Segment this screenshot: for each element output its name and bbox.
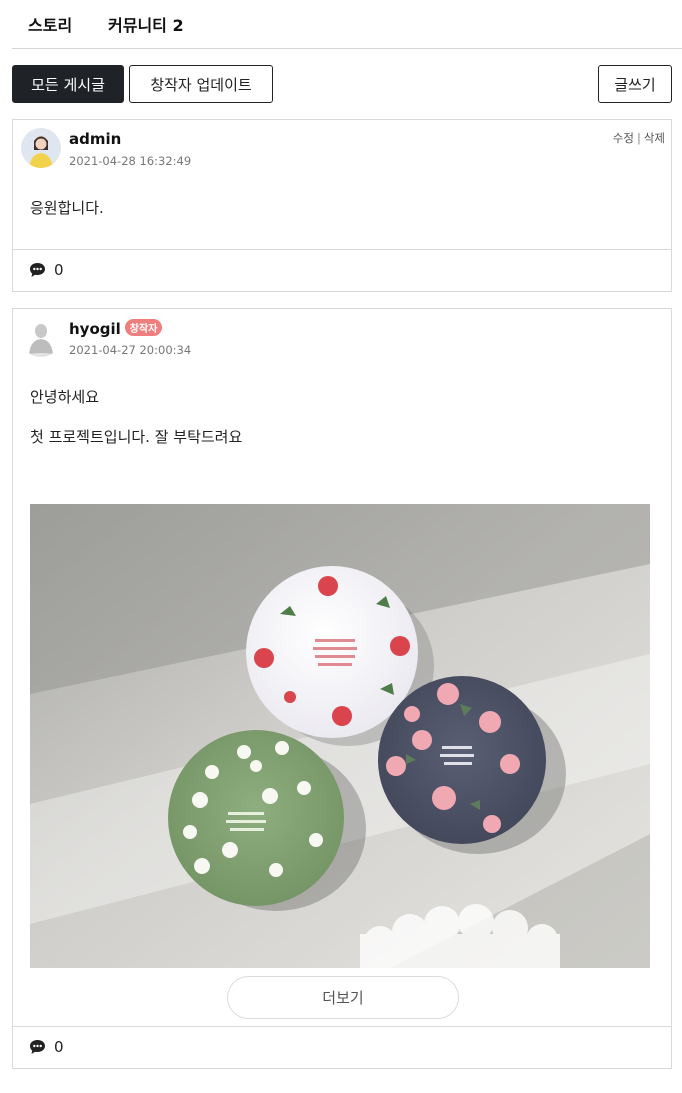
avatar[interactable]: [21, 317, 61, 357]
tab-story[interactable]: 스토리: [28, 12, 72, 36]
post-text: 안녕하세요: [30, 388, 100, 406]
all-posts-button[interactable]: 모든 게시글: [12, 65, 124, 103]
tab-community[interactable]: 커뮤니티 2: [108, 12, 184, 36]
comment-count: 0: [54, 1038, 64, 1056]
edit-link[interactable]: 수정: [613, 131, 634, 145]
delete-link[interactable]: 삭제: [644, 131, 665, 145]
comment-button[interactable]: 0: [29, 261, 64, 279]
author-name[interactable]: admin: [69, 130, 121, 148]
post-text: 첫 프로젝트입니다. 잘 부탁드려요: [30, 428, 243, 446]
post-date: 2021-04-27 20:00:34: [69, 343, 192, 357]
post-image: [30, 504, 650, 968]
speech-bubble-icon: [30, 1040, 45, 1054]
post-footer: 0: [13, 1026, 671, 1068]
author-name[interactable]: hyogil 창작자: [69, 319, 163, 338]
post-actions: 수정 | 삭제: [613, 130, 665, 146]
post-footer: 0: [13, 249, 671, 291]
more-button[interactable]: 더보기: [227, 976, 459, 1019]
avatar[interactable]: [21, 128, 61, 168]
post-card: admin 2021-04-28 16:32:49 수정 | 삭제 응원합니다. 0: [12, 119, 672, 292]
creator-updates-button[interactable]: 창작자 업데이트: [129, 65, 273, 103]
actions-separator: |: [636, 131, 641, 145]
speech-bubble-icon: [30, 263, 45, 277]
top-tab-bar: 스토리 커뮤니티 2: [12, 0, 682, 49]
post-text: 응원합니다.: [30, 199, 104, 217]
author-name-text: hyogil: [69, 320, 121, 338]
comment-count: 0: [54, 261, 64, 279]
post-card: hyogil 창작자 2021-04-27 20:00:34 안녕하세요 첫 프로…: [12, 308, 672, 1069]
write-post-button[interactable]: 글쓰기: [598, 65, 672, 103]
comment-button[interactable]: 0: [29, 1038, 64, 1056]
creator-badge: 창작자: [124, 319, 163, 336]
post-date: 2021-04-28 16:32:49: [69, 154, 192, 168]
